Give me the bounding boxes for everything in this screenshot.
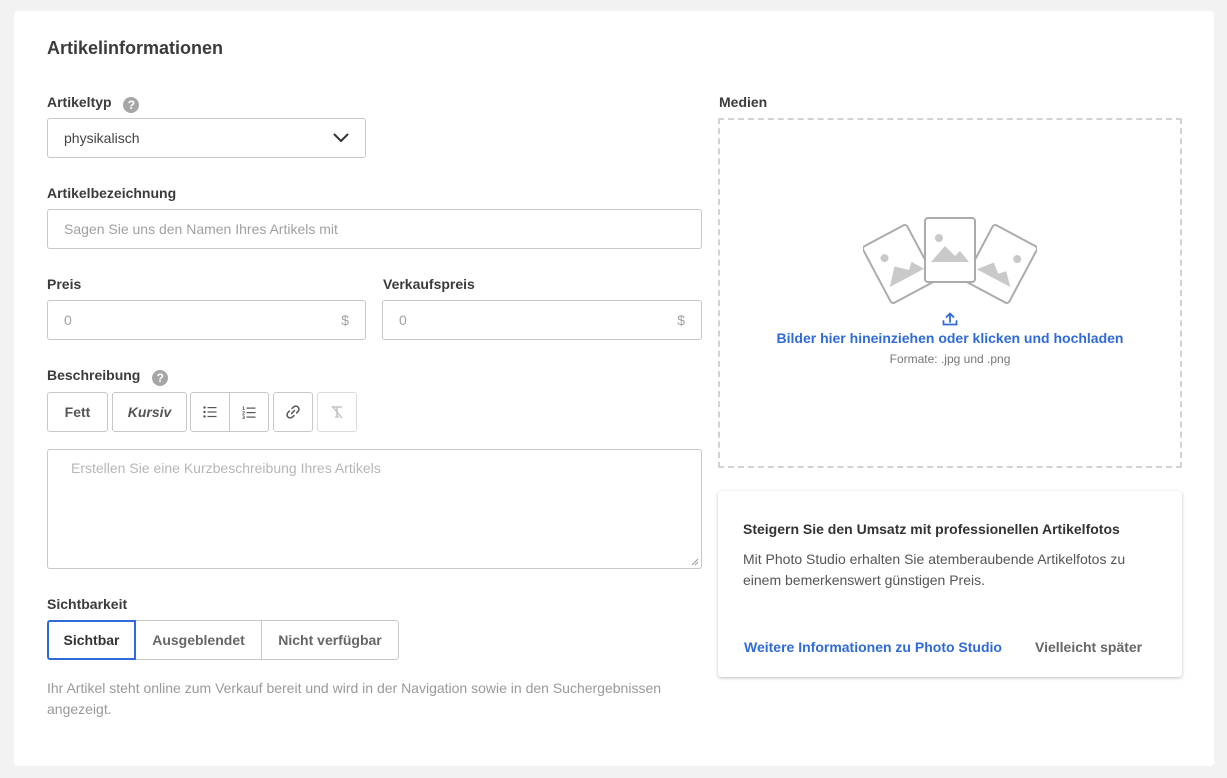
dismiss-button[interactable]: Vielleicht später	[1035, 639, 1142, 655]
section-title: Artikelinformationen	[47, 38, 224, 58]
sale-price-currency: $	[677, 312, 685, 328]
link-icon	[286, 405, 300, 419]
promo-title: Steigern Sie den Umsatz mit professionel…	[743, 521, 1120, 537]
visibility-option-hidden[interactable]: Ausgeblendet	[135, 620, 262, 660]
price-input[interactable]: 0 $	[47, 300, 366, 340]
clear-format-button[interactable]	[317, 392, 357, 432]
media-dropzone[interactable]: Bilder hier hineinziehen oder klicken un…	[718, 118, 1182, 468]
upload-icon	[942, 312, 958, 326]
chevron-down-icon	[333, 133, 349, 142]
italic-button[interactable]: Kursiv	[112, 392, 187, 432]
link-button[interactable]	[273, 392, 313, 432]
item-info-card: Artikelinformationen Artikeltyp ? physik…	[14, 11, 1214, 766]
sale-price-value: 0	[399, 312, 407, 328]
item-name-input[interactable]: Sagen Sie uns den Namen Ihres Artikels m…	[47, 209, 702, 249]
sale-price-label: Verkaufspreis	[383, 276, 475, 292]
visibility-label: Sichtbarkeit	[47, 596, 128, 612]
description-placeholder: Erstellen Sie eine Kurzbeschreibung Ihre…	[71, 460, 381, 476]
item-name-placeholder: Sagen Sie uns den Namen Ihres Artikels m…	[64, 221, 338, 237]
promo-text: Mit Photo Studio erhalten Sie atemberaub…	[743, 551, 1126, 588]
svg-text:3: 3	[242, 415, 245, 419]
item-type-select[interactable]: physikalisch	[47, 118, 366, 158]
price-label: Preis	[47, 276, 82, 292]
visibility-option-visible[interactable]: Sichtbar	[47, 620, 136, 660]
item-type-label: Artikeltyp	[47, 94, 112, 110]
numbered-list-button[interactable]: 1 2 3	[229, 392, 269, 432]
clear-format-icon	[331, 405, 343, 419]
description-label-row: Beschreibung ?	[47, 367, 169, 386]
price-value: 0	[64, 312, 72, 328]
description-label: Beschreibung	[47, 367, 141, 383]
price-currency: $	[341, 312, 349, 328]
numbered-list-icon: 1 2 3	[242, 406, 256, 419]
resize-handle-icon[interactable]	[691, 558, 699, 566]
learn-more-link[interactable]: Weitere Informationen zu Photo Studio	[744, 639, 1002, 655]
help-icon[interactable]: ?	[152, 370, 169, 386]
item-type-label-row: Artikeltyp ?	[47, 94, 140, 113]
bullet-list-icon	[203, 406, 217, 418]
bold-button[interactable]: Fett	[47, 392, 108, 432]
help-icon[interactable]: ?	[123, 97, 140, 113]
visibility-hint: Ihr Artikel steht online zum Verkauf ber…	[47, 680, 662, 717]
description-textarea[interactable]: Erstellen Sie eine Kurzbeschreibung Ihre…	[47, 449, 702, 569]
visibility-segmented-control: Sichtbar Ausgeblendet Nicht verfügbar	[47, 620, 399, 660]
visibility-option-unavailable[interactable]: Nicht verfügbar	[261, 620, 399, 660]
item-name-label: Artikelbezeichnung	[47, 185, 177, 201]
photos-illustration-icon	[863, 217, 1037, 304]
photo-studio-promo: Steigern Sie den Umsatz mit professionel…	[718, 491, 1182, 677]
bullet-list-button[interactable]	[190, 392, 230, 432]
item-type-value: physikalisch	[64, 130, 140, 146]
upload-link[interactable]: Bilder hier hineinziehen oder klicken un…	[777, 330, 1124, 346]
media-label: Medien	[719, 94, 768, 110]
sale-price-input[interactable]: 0 $	[382, 300, 702, 340]
media-formats: Formate: .jpg und .png	[889, 352, 1011, 366]
